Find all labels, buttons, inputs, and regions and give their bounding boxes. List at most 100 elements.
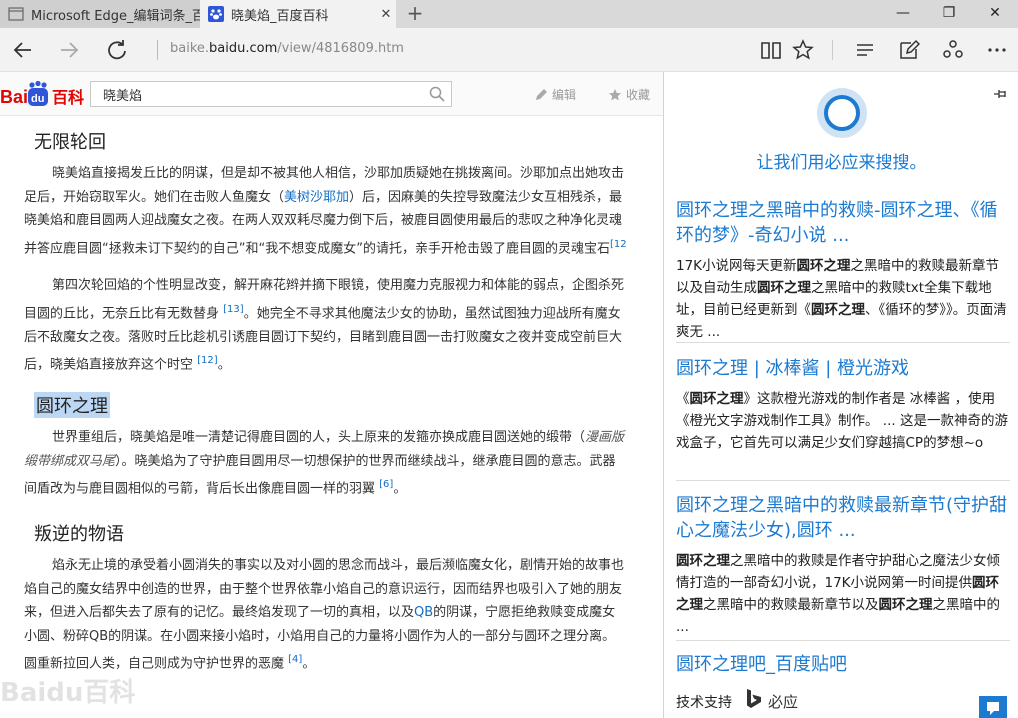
result-snippet: 《圆环之理》这款橙光游戏的制作者是 冰棒酱 ，使用《橙光文字游戏制作工具》制作。… bbox=[676, 391, 1008, 451]
tab-title: 晓美焰_百度百科 bbox=[231, 8, 329, 24]
reference-link[interactable]: [6] bbox=[379, 479, 393, 490]
minimize-button[interactable]: — bbox=[880, 0, 926, 28]
hub-button[interactable] bbox=[848, 34, 882, 66]
text-line: 第四次轮回焰的个性明显改变，解开麻花辫并摘下眼镜，使用魔力克服视力和体能的弱点，… bbox=[52, 278, 625, 293]
tab-baike[interactable]: 晓美焰_百度百科 ✕ bbox=[200, 0, 396, 28]
text-line: 世界重组后，晓美焰是唯一清楚记得鹿目圆的人，头上原来的发箍亦换成鹿目圆送她的缎带… bbox=[52, 430, 625, 445]
result-title-link[interactable]: 圆环之理吧_百度贴吧 bbox=[676, 652, 1010, 677]
reference-link[interactable]: [4] bbox=[288, 654, 302, 665]
tab-close-icon[interactable]: ✕ bbox=[376, 7, 396, 22]
reading-view-button[interactable] bbox=[754, 34, 788, 66]
svg-text:百科: 百科 bbox=[52, 88, 84, 107]
url-divider bbox=[157, 40, 158, 60]
cortana-footer: 技术支持 必应 bbox=[664, 680, 1018, 718]
paragraph: 第四次轮回焰的个性明显改变，解开麻花辫并摘下眼镜，使用魔力克服视力和体能的弱点，… bbox=[24, 274, 663, 377]
cortana-prompt: 让我们用必应来搜搜。 bbox=[756, 153, 927, 173]
text-line: 后不敌魔女之夜。落败时丘比趁机引诱鹿目圆订下契约，目睹到鹿目圆一击打败魔女之夜并… bbox=[24, 329, 623, 345]
url-path: /view/4816809.htm bbox=[277, 41, 404, 56]
result-title-link[interactable]: 圆环之理 | 冰棒酱 | 橙光游戏 bbox=[676, 356, 1010, 381]
tab-title: Microsoft Edge_编辑词条_百 bbox=[31, 8, 200, 24]
star-icon bbox=[609, 88, 621, 100]
section-title-selected: 圆环之理 bbox=[34, 392, 110, 418]
paragraph: 世界重组后，晓美焰是唯一清楚记得鹿目圆的人，头上原来的发箍亦换成鹿目圆送她的缎带… bbox=[24, 426, 663, 501]
reference-link[interactable]: [12 bbox=[610, 239, 627, 250]
search-result: 圆环之理 | 冰棒酱 | 橙光游戏 《圆环之理》这款橙光游戏的制作者是 冰棒酱 … bbox=[676, 356, 1010, 454]
search-result: 圆环之理之黑暗中的救赎-圆环之理、《循环的梦》-奇幻小说 ... 17K小说网每… bbox=[676, 198, 1010, 343]
wiki-link[interactable]: QB bbox=[414, 605, 433, 620]
url-field[interactable]: baike.baidu.com/view/4816809.htm bbox=[170, 41, 404, 56]
bing-name: 必应 bbox=[768, 693, 799, 711]
result-title-link[interactable]: 圆环之理之黑暗中的救赎最新章节(守护甜心之魔法少女),圆环 ... bbox=[676, 493, 1010, 543]
result-snippet: 17K小说网每天更新圆环之理之黑暗中的救赎最新章节以及自动生成圆环之理之黑暗中的… bbox=[676, 258, 1007, 340]
cortana-panel: 让我们用必应来搜搜。 圆环之理之黑暗中的救赎-圆环之理、《循环的梦》-奇幻小说 … bbox=[663, 72, 1018, 718]
reference-link[interactable]: [13] bbox=[223, 304, 244, 315]
refresh-icon bbox=[108, 40, 126, 60]
section-title: 叛逆的物语 bbox=[34, 524, 124, 545]
restore-button[interactable]: ❐ bbox=[926, 0, 972, 28]
search-result: 圆环之理之黑暗中的救赎最新章节(守护甜心之魔法少女),圆环 ... 圆环之理之黑… bbox=[676, 493, 1010, 638]
new-tab-button[interactable]: + bbox=[402, 2, 428, 26]
edit-link[interactable]: 编辑 bbox=[534, 86, 576, 103]
pin-icon[interactable] bbox=[992, 86, 1008, 102]
result-title-link[interactable]: 圆环之理之黑暗中的救赎-圆环之理、《循环的梦》-奇幻小说 ... bbox=[676, 198, 1010, 248]
edge-page-icon bbox=[8, 6, 24, 22]
baike-search-box[interactable] bbox=[90, 81, 452, 107]
more-button[interactable] bbox=[980, 34, 1014, 66]
text-line: 小圆、粉碎QB的阴谋。在小圆来接小焰时，小焰用自己的力量将小圆作为人的一部分与圆… bbox=[24, 628, 616, 644]
cortana-ring-icon bbox=[817, 88, 867, 138]
text-line: 焰永无止境的承受着小圆消失的事实以及对小圆的思念而战斗，最后濒临魔女化，剧情开始… bbox=[52, 558, 625, 573]
edit-label: 编辑 bbox=[552, 88, 577, 102]
text-line: 后，晓美焰直接放弃这个时空 [12]。 bbox=[24, 355, 231, 373]
tab-edge-edit[interactable]: Microsoft Edge_编辑词条_百 bbox=[0, 0, 200, 28]
svg-text:Bai: Bai bbox=[0, 87, 28, 107]
text-line: 间盾改为与鹿目圆相似的弓箭，背后长出像鹿目圆一样的羽翼 [6]。 bbox=[24, 479, 407, 497]
back-button[interactable] bbox=[6, 34, 40, 66]
baidu-paw-icon bbox=[208, 6, 224, 22]
close-window-button[interactable]: ✕ bbox=[972, 0, 1018, 28]
powered-by-label: 技术支持 bbox=[676, 695, 732, 711]
text-line: 晓美焰和鹿目圆两人迎战魔女之夜。在两人双双耗尽魔力倒下后，被鹿目圆使用最后的悲叹… bbox=[24, 213, 623, 229]
more-dots-icon bbox=[988, 48, 1006, 52]
paragraph: 焰永无止境的承受着小圆消失的事实以及对小圆的思念而战斗，最后濒临魔女化，剧情开始… bbox=[24, 554, 663, 676]
book-icon bbox=[761, 42, 781, 59]
paragraph: 晓美焰直接揭发丘比的阴谋，但是却不被其他人相信，沙耶加质疑她在挑拨离间。沙耶加点… bbox=[24, 162, 663, 261]
baike-header: Bai du 百科 编辑 收藏 bbox=[0, 72, 663, 116]
favorite-link[interactable]: 收藏 bbox=[608, 86, 650, 103]
url-host: baidu.com bbox=[209, 41, 278, 56]
text-line: 缎带绑成双马尾）。晓美焰为了守护鹿目圆用尽一切想保护的世界而继续战斗，继承鹿目圆… bbox=[24, 453, 616, 469]
toolbar-divider bbox=[832, 40, 833, 60]
back-arrow-icon bbox=[13, 42, 31, 58]
wiki-link[interactable]: 美树沙耶加 bbox=[284, 190, 349, 205]
search-icon[interactable] bbox=[429, 86, 445, 102]
pen-note-icon bbox=[900, 39, 920, 59]
share-button[interactable] bbox=[936, 34, 970, 66]
web-note-button[interactable] bbox=[892, 34, 926, 66]
bing-logo-icon bbox=[747, 689, 761, 708]
text-line: 焰自己的魔女结界中创造的世界，由于整个世界依靠小焰自己的意识运行，因而结界也吸引… bbox=[24, 581, 623, 597]
pencil-icon bbox=[536, 88, 547, 100]
web-page: Bai du 百科 编辑 收藏 无限轮回 晓美焰直接揭发丘比的阴谋，但是却不被其… bbox=[0, 72, 663, 718]
feedback-button[interactable] bbox=[979, 696, 1007, 718]
text-line: 并答应鹿目圆“拯救未订下契约的自己”和“我不想变成魔女”的请托，亲手开枪击毁了鹿… bbox=[24, 238, 627, 257]
reference-link[interactable]: [12] bbox=[197, 355, 218, 366]
text-line: 晓美焰直接揭发丘比的阴谋，但是却不被其他人相信，沙耶加质疑她在挑拨离间。沙耶加点… bbox=[52, 166, 625, 181]
svg-text:du: du bbox=[31, 93, 44, 105]
address-bar-row: baike.baidu.com/view/4816809.htm bbox=[0, 28, 1018, 72]
baike-search-input[interactable] bbox=[103, 85, 423, 103]
feedback-icon bbox=[987, 702, 999, 715]
hub-icon bbox=[857, 44, 873, 56]
baidu-logo-icon: Bai du 百科 bbox=[0, 80, 84, 107]
tab-strip: Microsoft Edge_编辑词条_百 晓美焰_百度百科 ✕ + — ❐ ✕ bbox=[0, 0, 1018, 28]
baike-logo[interactable]: Bai du 百科 bbox=[0, 78, 86, 110]
favorite-button[interactable] bbox=[786, 34, 820, 66]
result-divider bbox=[676, 640, 1010, 641]
forward-button[interactable] bbox=[52, 34, 86, 66]
search-result: 圆环之理吧_百度贴吧 bbox=[676, 652, 1010, 677]
baidu-watermark-logo: Baidu百科 bbox=[0, 678, 136, 708]
forward-arrow-icon bbox=[61, 42, 79, 58]
text-line: 足后，开始窃取军火。她们在击败人鱼魔女（美树沙耶加）后，因麻美的失控导致魔法少女… bbox=[24, 189, 623, 205]
star-icon bbox=[792, 39, 814, 60]
text-line: 目圆的丘比，无奈丘比有无数替身 [13]。她完全不寻求其他魔法少女的协助，虽然试… bbox=[24, 303, 621, 321]
favorite-label: 收藏 bbox=[626, 88, 651, 102]
refresh-button[interactable] bbox=[100, 34, 134, 66]
